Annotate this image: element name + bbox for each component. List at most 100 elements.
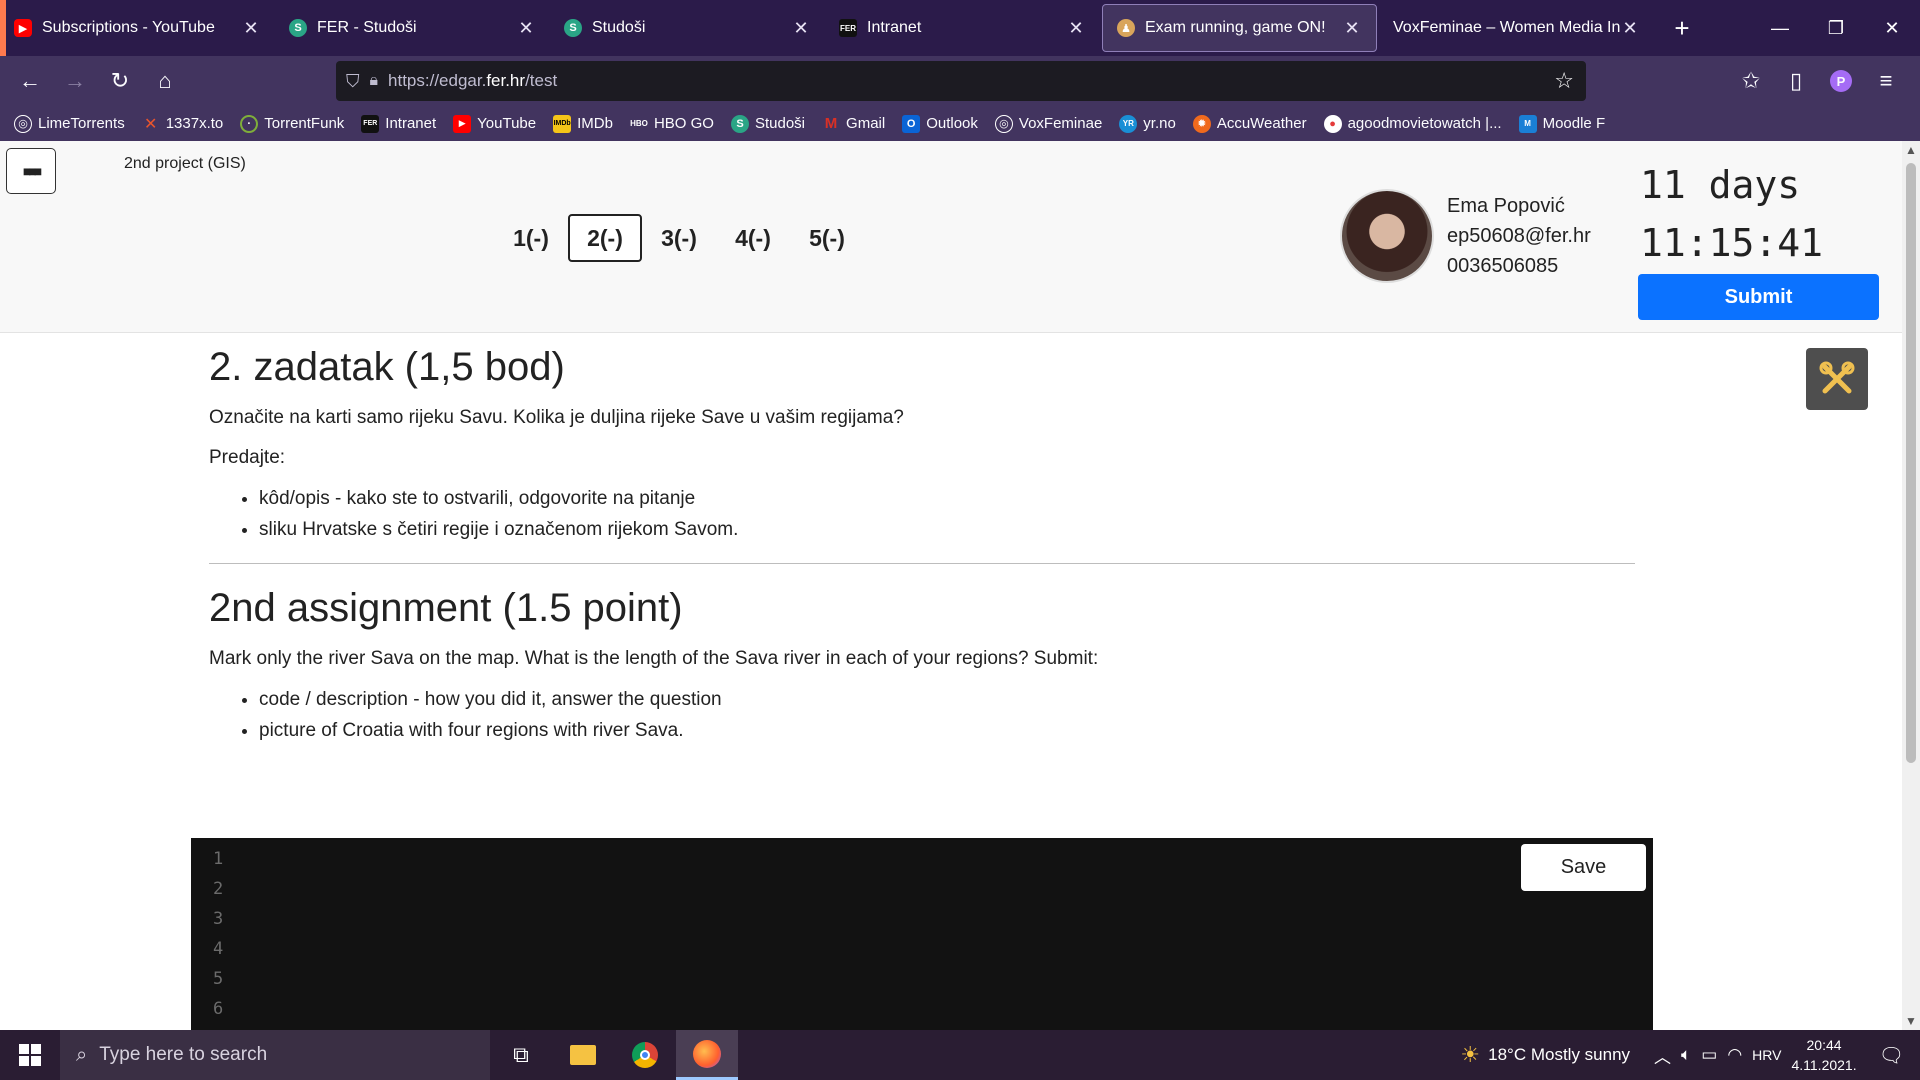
- tab-studosi[interactable]: S Studoši ✕: [550, 0, 825, 56]
- bookmark-intranet[interactable]: FER Intranet: [361, 114, 437, 133]
- language-indicator[interactable]: HRV: [1752, 1047, 1781, 1063]
- question-3-button[interactable]: 3(-): [642, 214, 716, 262]
- clock[interactable]: 20:44 4.11.2021.: [1791, 1035, 1856, 1075]
- close-icon[interactable]: ✕: [791, 18, 811, 39]
- firefox-icon[interactable]: [676, 1030, 738, 1080]
- avatar: [1340, 189, 1434, 283]
- divider: [209, 563, 1635, 564]
- question-1-button[interactable]: 1(-): [494, 214, 568, 262]
- battery-icon[interactable]: ▭: [1701, 1045, 1717, 1065]
- close-icon[interactable]: ✕: [241, 18, 261, 39]
- scroll-up-icon[interactable]: ▲: [1905, 143, 1917, 157]
- tab-exam[interactable]: ♟ Exam running, game ON! ✕: [1102, 4, 1377, 52]
- bookmark-hbogo[interactable]: HBO HBO GO: [630, 115, 714, 133]
- search-placeholder: Type here to search: [99, 1044, 268, 1065]
- bookmark-moodle[interactable]: M Moodle F: [1518, 114, 1605, 133]
- close-icon[interactable]: ✕: [1066, 18, 1086, 39]
- star-icon[interactable]: ☆: [1554, 68, 1574, 94]
- new-tab-icon[interactable]: +: [1654, 0, 1710, 56]
- bookmark-gmail[interactable]: M Gmail: [822, 115, 885, 133]
- bookmark-1337x[interactable]: ✕ 1337x.to: [142, 115, 224, 133]
- file-explorer-icon[interactable]: [552, 1030, 614, 1080]
- tools-icon: [1819, 361, 1855, 394]
- bookmark-label: 1337x.to: [165, 115, 224, 132]
- task-list-hr: kôd/opis - kako ste to ostvarili, odgovo…: [259, 483, 1635, 545]
- taskbar: ⌕ Type here to search ⧉ ☀ 18°C Mostly su…: [0, 1030, 1920, 1080]
- windows-start-icon[interactable]: [0, 1030, 60, 1080]
- question-5-button[interactable]: 5(-): [790, 214, 864, 262]
- grid-menu-button[interactable]: ■■■: [6, 148, 56, 194]
- save-button[interactable]: Save: [1521, 844, 1646, 891]
- url-bar[interactable]: ⛉ 🔒︎ https://edgar. fer.hr/test ☆: [336, 61, 1586, 101]
- tab-fer-studosi[interactable]: S FER - Studoši ✕: [275, 0, 550, 56]
- close-icon[interactable]: ✕: [1620, 18, 1640, 39]
- edgar-icon: ♟: [1117, 19, 1135, 37]
- submit-button[interactable]: Submit: [1638, 274, 1879, 320]
- scroll-down-icon[interactable]: ▼: [1905, 1014, 1917, 1028]
- bookmark-label: YouTube: [477, 115, 537, 132]
- gmail-icon: M: [824, 115, 838, 132]
- bookmark-torrentfunk[interactable]: · TorrentFunk: [240, 114, 344, 133]
- bookmark-limetorrents[interactable]: ◎ LimeTorrents: [14, 114, 125, 133]
- tools-button[interactable]: [1806, 348, 1868, 410]
- bookmark-agoodmovie[interactable]: ● agoodmovietowatch |...: [1323, 114, 1502, 133]
- chrome-icon[interactable]: [614, 1030, 676, 1080]
- bookmark-label: yr.no: [1143, 115, 1176, 132]
- line-numbers: 1 2 3 4 5 6: [213, 844, 223, 1024]
- tab-intranet[interactable]: FER Intranet ✕: [825, 0, 1100, 56]
- globe-icon: ◎: [14, 114, 32, 133]
- user-email: ep50608@fer.hr: [1447, 225, 1591, 247]
- close-window-icon[interactable]: ✕: [1864, 0, 1920, 56]
- pocket-icon[interactable]: ✩: [1729, 59, 1773, 103]
- tab-youtube[interactable]: ▶ Subscriptions - YouTube ✕: [0, 0, 275, 56]
- bookmark-accuweather[interactable]: ✹ AccuWeather: [1192, 114, 1307, 133]
- bookmark-outlook[interactable]: O Outlook: [902, 114, 978, 133]
- question-2-button[interactable]: 2(-): [568, 214, 642, 262]
- url-prefix: https://edgar.: [388, 71, 487, 90]
- task-view-icon[interactable]: ⧉: [490, 1030, 552, 1080]
- weather-icon: ☀: [1460, 1042, 1481, 1067]
- list-item: kôd/opis - kako ste to ostvarili, odgovo…: [259, 483, 1635, 514]
- code-editor[interactable]: 1 2 3 4 5 6 Save: [191, 838, 1653, 1030]
- scrollbar-thumb[interactable]: [1906, 163, 1916, 763]
- bookmark-studosi[interactable]: S Studoši: [730, 114, 806, 133]
- user-name: Ema Popović: [1447, 195, 1565, 217]
- forward-icon[interactable]: →: [53, 59, 97, 103]
- taskbar-search-input[interactable]: ⌕ Type here to search: [60, 1030, 490, 1080]
- exam-header: ■■■ 2nd project (GIS) 1(-) 2(-) 3(-) 4(-…: [0, 141, 1902, 333]
- list-item: sliku Hrvatske s četiri regije i označen…: [259, 514, 1635, 545]
- url-path: /test: [525, 71, 558, 90]
- weather-text[interactable]: 18°C Mostly sunny: [1488, 1045, 1630, 1065]
- back-icon[interactable]: ←: [8, 59, 52, 103]
- line-number: 4: [213, 939, 224, 959]
- home-icon[interactable]: ⌂: [143, 59, 187, 103]
- notifications-icon[interactable]: 🗨︎: [1879, 1043, 1904, 1068]
- bookmark-imdb[interactable]: IMDb IMDb: [553, 114, 613, 133]
- wifi-icon[interactable]: ◠: [1727, 1045, 1742, 1065]
- bookmark-label: Intranet: [385, 115, 437, 132]
- account-icon[interactable]: P: [1819, 59, 1863, 103]
- search-icon: ⌕: [76, 1043, 88, 1066]
- sidebar-icon[interactable]: ▯: [1774, 59, 1818, 103]
- tab-title: FER - Studoši: [317, 19, 417, 36]
- tab-voxfeminae[interactable]: VoxFeminae – Women Media Inde ✕: [1379, 0, 1654, 56]
- bookmark-voxfeminae[interactable]: ◎ VoxFeminae: [994, 114, 1102, 133]
- bookmark-youtube[interactable]: ▶ YouTube: [453, 114, 537, 133]
- bookmark-label: agoodmovietowatch |...: [1347, 115, 1502, 132]
- restore-icon[interactable]: ❐: [1808, 0, 1864, 56]
- menu-icon[interactable]: ≡: [1864, 59, 1908, 103]
- reload-icon[interactable]: ↻: [98, 59, 142, 103]
- close-icon[interactable]: ✕: [1342, 18, 1362, 39]
- shield-icon[interactable]: ⛉: [346, 71, 360, 92]
- bookmark-yrno[interactable]: YR yr.no: [1119, 114, 1176, 133]
- page-scrollbar[interactable]: ▲ ▼: [1902, 141, 1920, 1030]
- question-4-button[interactable]: 4(-): [716, 214, 790, 262]
- speaker-icon[interactable]: 🔈︎: [1681, 1045, 1691, 1065]
- bookmark-label: AccuWeather: [1216, 115, 1307, 132]
- chevron-up-icon[interactable]: ︿: [1654, 1043, 1671, 1068]
- system-tray: ☀ 18°C Mostly sunny ︿ 🔈︎ ▭ ◠ HRV 20:44 4…: [1460, 1030, 1920, 1080]
- close-icon[interactable]: ✕: [516, 18, 536, 39]
- tab-bar: ▶ Subscriptions - YouTube ✕ S FER - Stud…: [0, 0, 1920, 56]
- minimize-icon[interactable]: —: [1752, 0, 1808, 56]
- bookmark-label: Studoši: [754, 115, 806, 132]
